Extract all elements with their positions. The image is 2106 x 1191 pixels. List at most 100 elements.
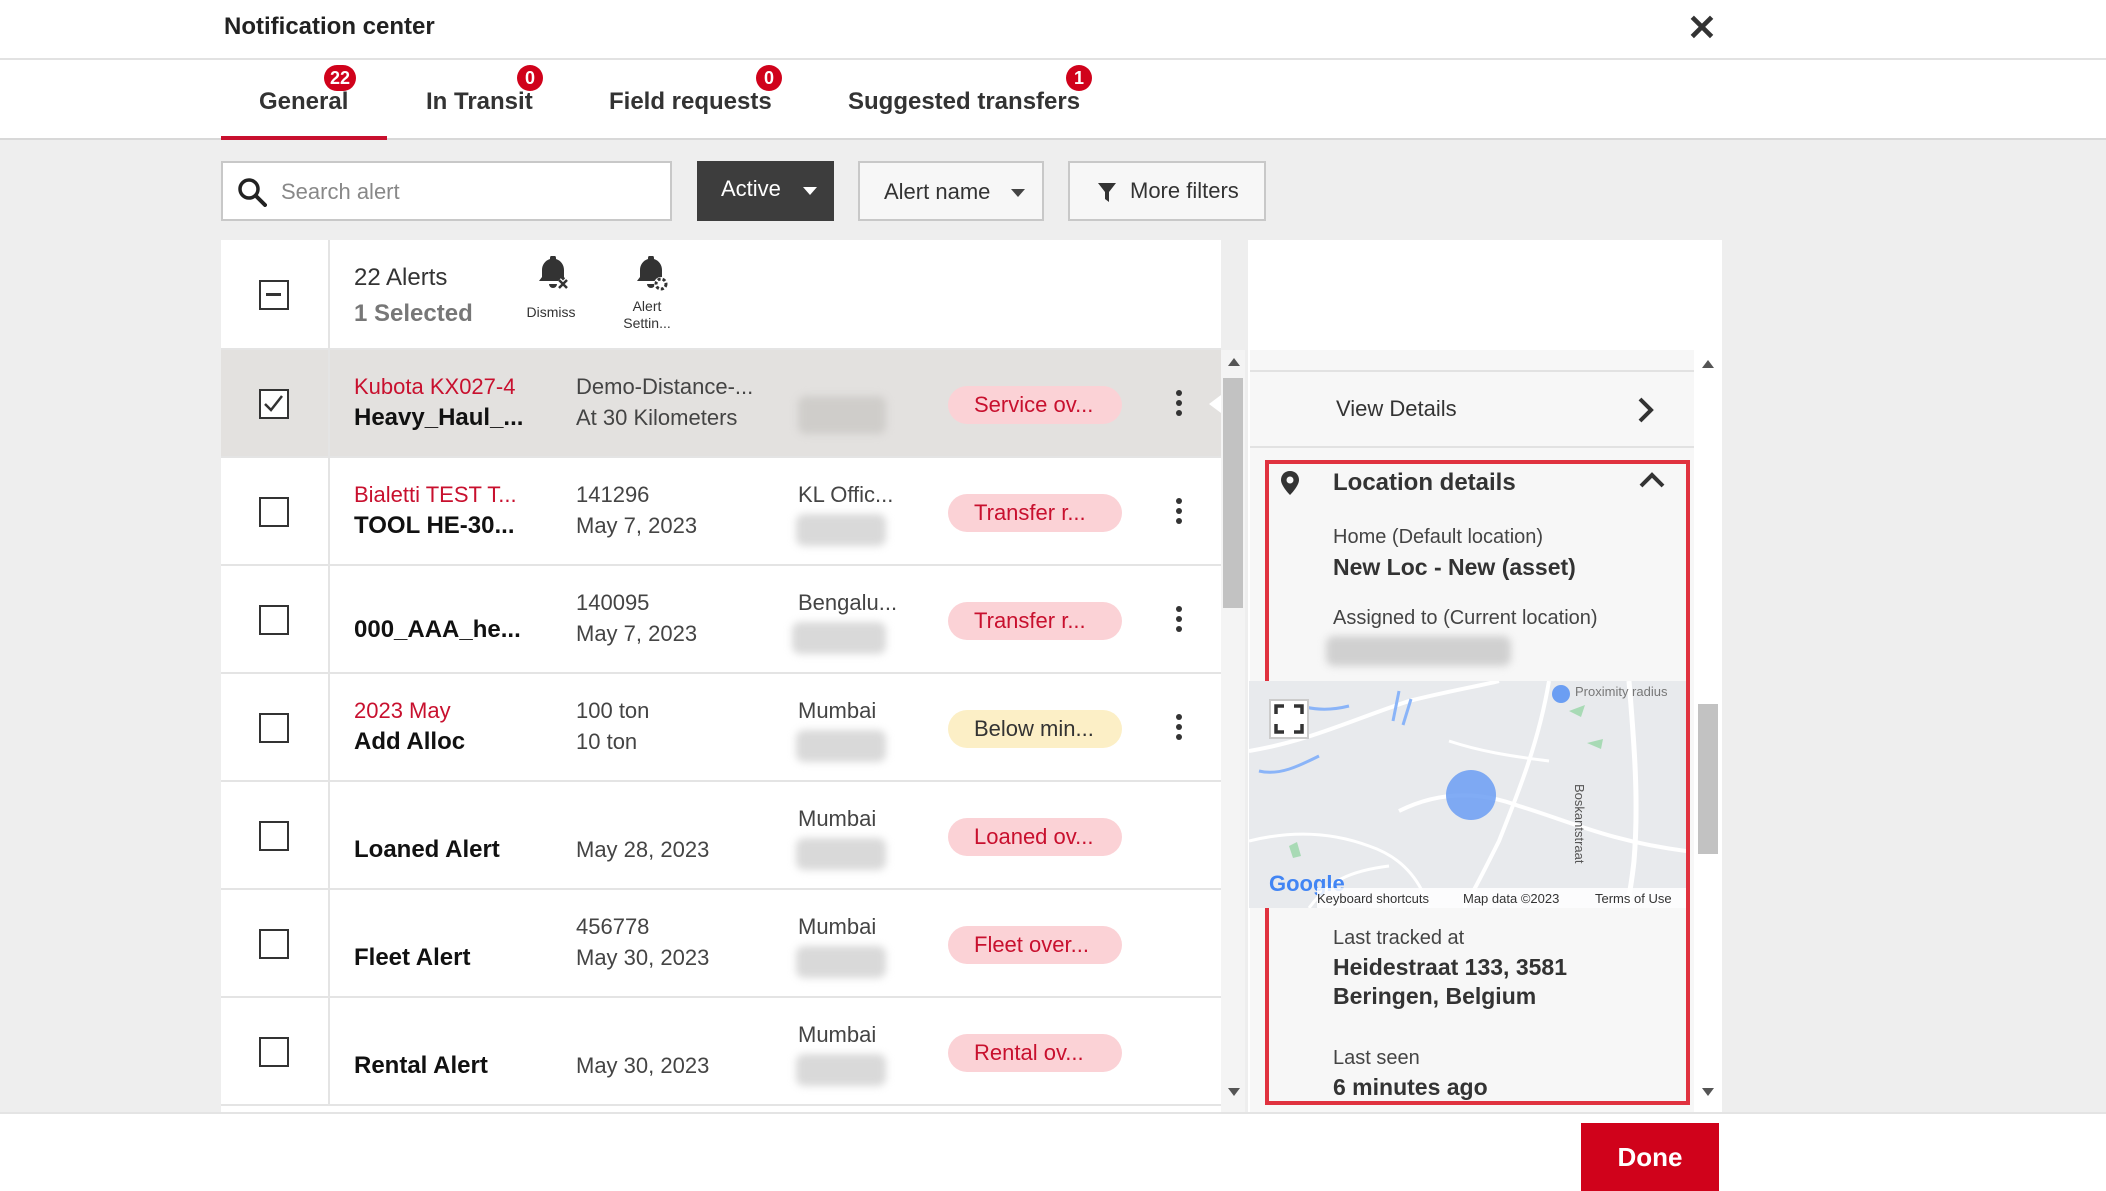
last-seen-label: Last seen — [1333, 1047, 1420, 1069]
table-row[interactable]: Loaned Alert May 28, 2023 Mumbai Loaned … — [221, 782, 1221, 890]
alert-settings-label: Alert Settin... — [611, 298, 683, 332]
tab-general-badge: 22 — [324, 65, 357, 91]
selected-count: 1 Selected — [354, 300, 473, 327]
scroll-down-icon[interactable] — [1702, 1088, 1714, 1096]
home-location-label: Home (Default location) — [1333, 526, 1544, 548]
list-header: 22 Alerts 1 Selected Dismiss Alert Setti… — [221, 240, 1221, 350]
column-divider — [328, 890, 330, 996]
row-checkbox[interactable] — [259, 497, 289, 527]
tab-in-transit[interactable]: In Transit — [426, 88, 533, 116]
table-row[interactable]: Bialetti TEST T... TOOL HE-30... 141296 … — [221, 458, 1221, 566]
more-options-icon[interactable] — [1174, 388, 1184, 420]
bell-settings-icon — [637, 256, 668, 291]
dismiss-button[interactable]: Dismiss — [515, 256, 587, 326]
alert-detail: 10 ton — [576, 729, 638, 754]
alert-settings-button[interactable]: Alert Settin... — [611, 256, 683, 340]
alert-settings-label-line1: Alert — [632, 298, 662, 314]
table-row[interactable]: Rental Alert May 30, 2023 Mumbai Rental … — [221, 998, 1221, 1106]
alert-info: 140095 — [576, 590, 650, 615]
close-icon[interactable]: ✕ — [1682, 8, 1722, 48]
status-badge: Transfer r... — [948, 494, 1122, 532]
tab-suggested-transfers-badge: 1 — [1066, 65, 1092, 91]
table-row[interactable]: 2023 May Add Alloc 100 ton 10 ton Mumbai… — [221, 674, 1221, 782]
more-options-icon[interactable] — [1174, 712, 1184, 744]
more-filters-button[interactable]: More filters — [1068, 161, 1266, 221]
alert-title: Heavy_Haul_... — [354, 404, 524, 431]
search-placeholder: Search alert — [281, 179, 400, 204]
row-checkbox[interactable] — [259, 605, 289, 635]
chevron-up-icon[interactable] — [1638, 470, 1666, 490]
table-row[interactable]: Fleet Alert 456778 May 30, 2023 Mumbai F… — [221, 890, 1221, 998]
alert-list: 22 Alerts 1 Selected Dismiss Alert Setti… — [221, 240, 1221, 1112]
redacted-text — [796, 514, 886, 546]
redacted-text — [796, 1054, 886, 1086]
location-name: Mumbai — [798, 914, 877, 939]
detail-scrollbar[interactable] — [1696, 356, 1720, 1106]
asset-name[interactable]: 2023 May — [354, 698, 451, 724]
map-attribution: Keyboard shortcuts Map data ©2023 Terms … — [1317, 888, 1686, 908]
tab-suggested-transfers[interactable]: Suggested transfers — [848, 88, 1080, 116]
tab-label: Suggested transfers — [848, 88, 1081, 115]
asset-name[interactable]: Kubota KX027-4 — [354, 374, 515, 400]
table-row[interactable]: 000_AAA_he... 140095 May 7, 2023 Bengalu… — [221, 566, 1221, 674]
status-badge: Rental ov... — [948, 1034, 1122, 1072]
alert-title: 000_AAA_he... — [354, 616, 521, 643]
location-map[interactable]: Proximity radius Boskantstraat Google Ke… — [1249, 681, 1686, 908]
fullscreen-button[interactable] — [1269, 699, 1309, 739]
terms-of-use-link[interactable]: Terms of Use — [1595, 891, 1672, 906]
row-checkbox[interactable] — [259, 389, 289, 419]
alert-info: 456778 — [576, 914, 650, 939]
status-filter-label: Active — [721, 176, 781, 201]
tab-label: In Transit — [426, 88, 533, 115]
redacted-text — [792, 622, 886, 654]
status-filter-dropdown[interactable]: Active — [697, 161, 834, 221]
last-seen-value: 6 minutes ago — [1333, 1074, 1488, 1100]
fullscreen-icon — [1274, 704, 1304, 734]
more-options-icon[interactable] — [1174, 604, 1184, 636]
done-button[interactable]: Done — [1581, 1123, 1719, 1191]
redacted-text — [798, 396, 886, 434]
column-divider — [328, 674, 330, 780]
alert-info: 100 ton — [576, 698, 650, 723]
tab-field-requests-badge: 0 — [756, 65, 782, 91]
alert-name-dropdown[interactable]: Alert name — [858, 161, 1044, 221]
street-label: Boskantstraat — [1572, 784, 1587, 864]
column-divider — [328, 350, 330, 456]
redacted-text — [796, 838, 886, 870]
minus-icon — [266, 293, 281, 296]
location-details-title: Location details — [1333, 469, 1516, 496]
table-row[interactable]: Kubota KX027-4 Heavy_Haul_... Demo-Dista… — [221, 350, 1221, 458]
location-name: Mumbai — [798, 1022, 877, 1047]
column-divider — [328, 782, 330, 888]
location-name: Bengalu... — [798, 590, 898, 615]
row-checkbox[interactable] — [259, 929, 289, 959]
tab-field-requests[interactable]: Field requests — [609, 88, 772, 116]
search-input[interactable]: Search alert — [221, 161, 672, 221]
scroll-up-icon[interactable] — [1228, 358, 1240, 366]
select-all-checkbox[interactable] — [259, 280, 289, 310]
alert-info: Demo-Distance-... — [576, 374, 754, 399]
status-badge: Fleet over... — [948, 926, 1122, 964]
caret-down-icon — [1011, 189, 1025, 197]
tab-general[interactable]: General — [259, 88, 348, 116]
scroll-up-icon[interactable] — [1702, 360, 1714, 368]
scroll-down-icon[interactable] — [1228, 1088, 1240, 1096]
redacted-text — [796, 730, 886, 762]
alert-title: Loaned Alert — [354, 836, 500, 863]
alert-title: TOOL HE-30... — [354, 512, 515, 539]
asset-name[interactable]: Bialetti TEST T... — [354, 482, 517, 508]
more-options-icon[interactable] — [1174, 496, 1184, 528]
row-checkbox[interactable] — [259, 713, 289, 743]
row-checkbox[interactable] — [259, 1037, 289, 1067]
scroll-thumb[interactable] — [1698, 704, 1718, 854]
alerts-count: 22 Alerts — [354, 264, 448, 291]
alert-detail: May 28, 2023 — [576, 837, 710, 862]
list-scrollbar[interactable] — [1221, 350, 1245, 1112]
home-location-value: New Loc - New (asset) — [1333, 554, 1576, 580]
keyboard-shortcuts-link[interactable]: Keyboard shortcuts — [1317, 891, 1429, 906]
view-details-link[interactable]: View Details — [1250, 370, 1694, 448]
column-divider — [328, 458, 330, 564]
row-checkbox[interactable] — [259, 821, 289, 851]
scroll-thumb[interactable] — [1223, 378, 1243, 608]
view-details-label: View Details — [1336, 396, 1457, 421]
